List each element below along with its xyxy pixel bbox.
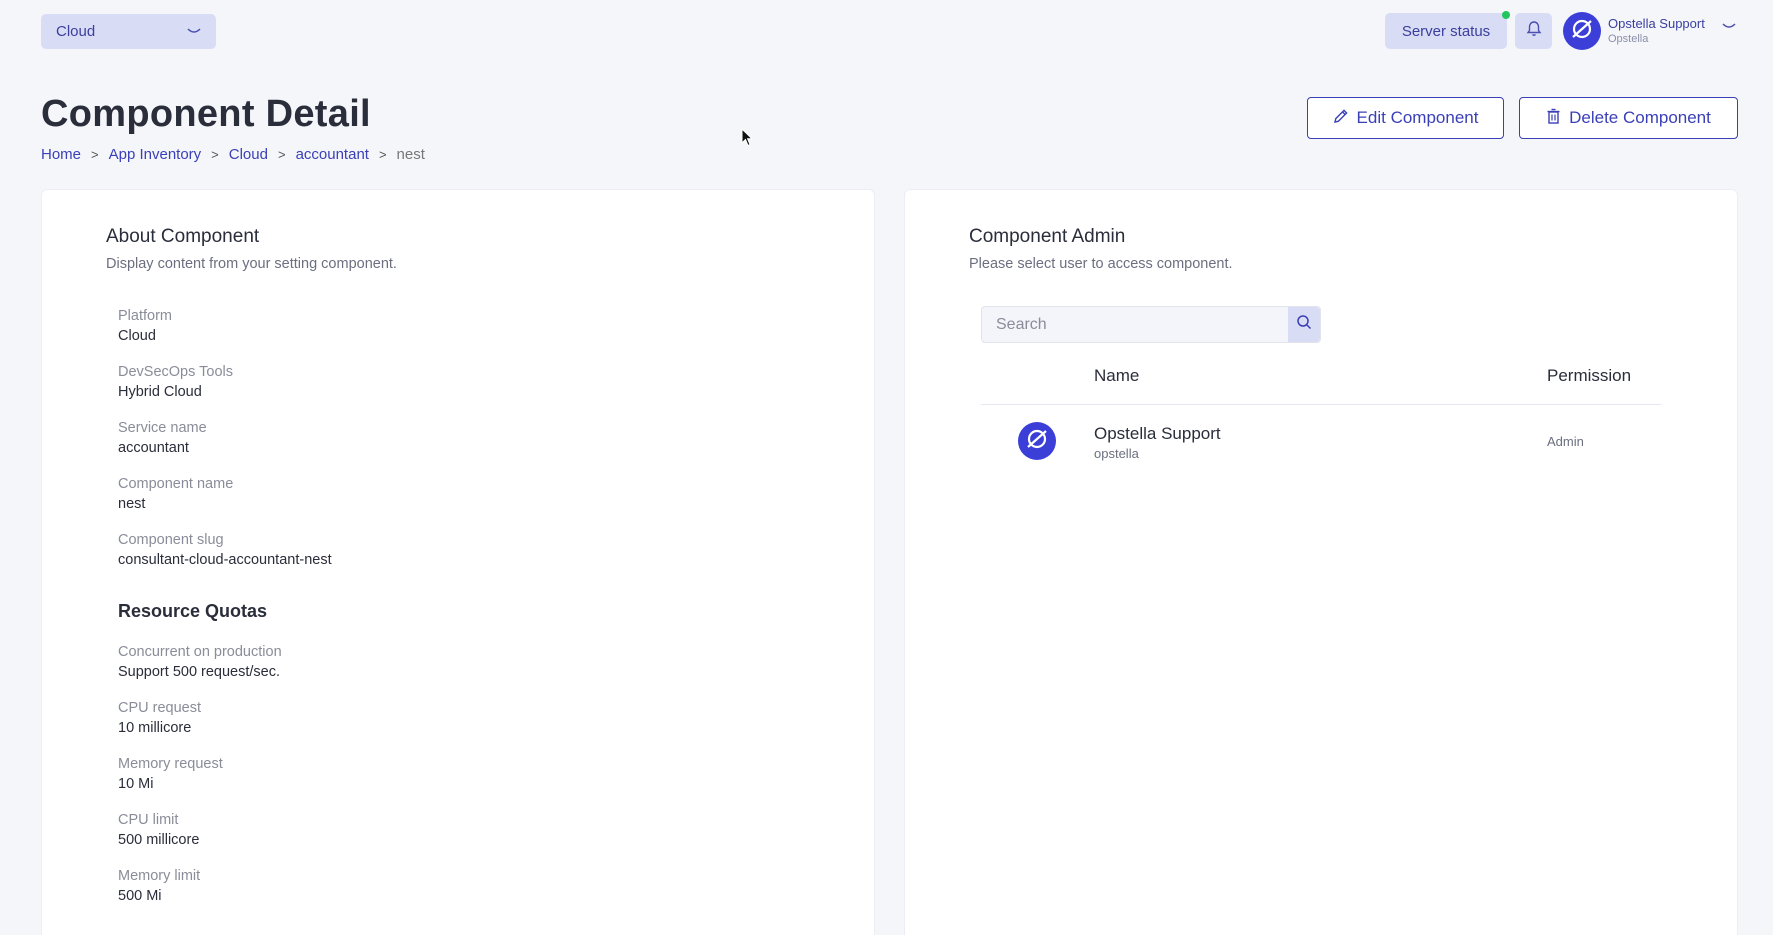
quota-concurrent: Concurrent on production Support 500 req… [118,644,282,680]
quota-memory-request: Memory request 10 Mi [118,756,223,792]
component-admin-card: Component Admin Please select user to ac… [904,189,1738,935]
status-indicator [1502,11,1510,19]
field-platform: Platform Cloud [118,308,172,344]
field-label: CPU request [118,700,202,716]
row-name: Opstella Support [1094,424,1221,443]
bell-icon [1526,20,1542,42]
chevron-right-icon: > [211,147,219,162]
cursor-icon [741,127,754,152]
field-devsecops-tools: DevSecOps Tools Hybrid Cloud [118,364,233,400]
field-value: accountant [118,440,189,456]
field-value: 500 Mi [118,888,162,904]
field-value: nest [118,496,146,512]
resource-quotas-title: Resource Quotas [118,601,268,621]
server-status-button[interactable]: Server status [1385,13,1507,49]
breadcrumb-app-inventory[interactable]: App Inventory [109,146,202,163]
breadcrumb-accountant[interactable]: accountant [296,146,369,163]
pencil-icon [1333,108,1349,129]
field-value: Cloud [118,328,156,344]
search-box [981,306,1321,343]
quota-cpu-limit: CPU limit 500 millicore [118,812,199,848]
component-admin-title: Component Admin [969,226,1126,247]
avatar [1018,422,1056,460]
quota-cpu-request: CPU request 10 millicore [118,700,201,736]
field-value: 500 millicore [118,832,200,848]
table-divider [981,404,1661,405]
field-label: Memory request [118,756,223,772]
breadcrumb-home[interactable]: Home [41,146,81,163]
search-button[interactable] [1288,307,1320,342]
user-name: Opstella Support [1608,16,1705,31]
component-admin-subtitle: Please select user to access component. [969,256,1233,272]
field-label: Memory limit [118,868,201,884]
field-service-name: Service name accountant [118,420,207,456]
chevron-right-icon: > [91,147,99,162]
field-value: Support 500 request/sec. [118,664,281,680]
row-username: opstella [1094,446,1139,461]
server-status-label: Server status [1401,22,1491,40]
search-icon [1296,314,1312,335]
field-value: 10 Mi [118,776,154,792]
row-permission: Admin [1547,434,1584,449]
field-value: 10 millicore [118,720,192,736]
field-value: consultant-cloud-accountant-nest [118,552,332,568]
field-label: Platform [118,308,172,324]
about-component-title: About Component [106,226,260,247]
field-label: Concurrent on production [118,644,282,660]
opstella-logo-icon [1570,17,1594,46]
user-org: Opstella [1608,33,1649,45]
trash-icon [1546,108,1561,129]
column-header-name: Name [1094,366,1140,385]
field-label: Component slug [118,532,224,548]
delete-component-label: Delete Component [1569,108,1711,127]
field-value: Hybrid Cloud [118,384,202,400]
user-menu[interactable]: Opstella Support Opstella [1608,16,1705,45]
field-component-slug: Component slug consultant-cloud-accounta… [118,532,332,568]
about-component-subtitle: Display content from your setting compon… [106,256,397,272]
breadcrumb-cloud[interactable]: Cloud [229,146,268,163]
platform-select[interactable]: Cloud [41,14,216,49]
platform-select-value: Cloud [56,23,96,40]
edit-component-button[interactable]: Edit Component [1307,97,1504,139]
chevron-down-icon [187,25,201,39]
opstella-logo-icon [1025,427,1049,456]
field-component-name: Component name nest [118,476,233,512]
field-label: Component name [118,476,234,492]
breadcrumb-current: nest [396,146,425,163]
quota-memory-limit: Memory limit 500 Mi [118,868,200,904]
delete-component-button[interactable]: Delete Component [1519,97,1738,139]
edit-component-label: Edit Component [1356,108,1479,127]
breadcrumb: Home > App Inventory > Cloud > accountan… [41,146,425,163]
search-input[interactable] [982,307,1287,342]
chevron-right-icon: > [277,147,286,162]
about-component-card: About Component Display content from you… [41,189,875,935]
chevron-right-icon: > [378,147,387,162]
field-label: DevSecOps Tools [118,364,233,380]
notifications-button[interactable] [1515,13,1552,49]
page-title: Component Detail [41,93,371,135]
column-header-permission: Permission [1547,366,1632,385]
user-avatar[interactable] [1563,12,1601,50]
field-label: Service name [118,420,207,436]
field-label: CPU limit [118,812,179,828]
chevron-down-icon[interactable] [1722,20,1736,34]
